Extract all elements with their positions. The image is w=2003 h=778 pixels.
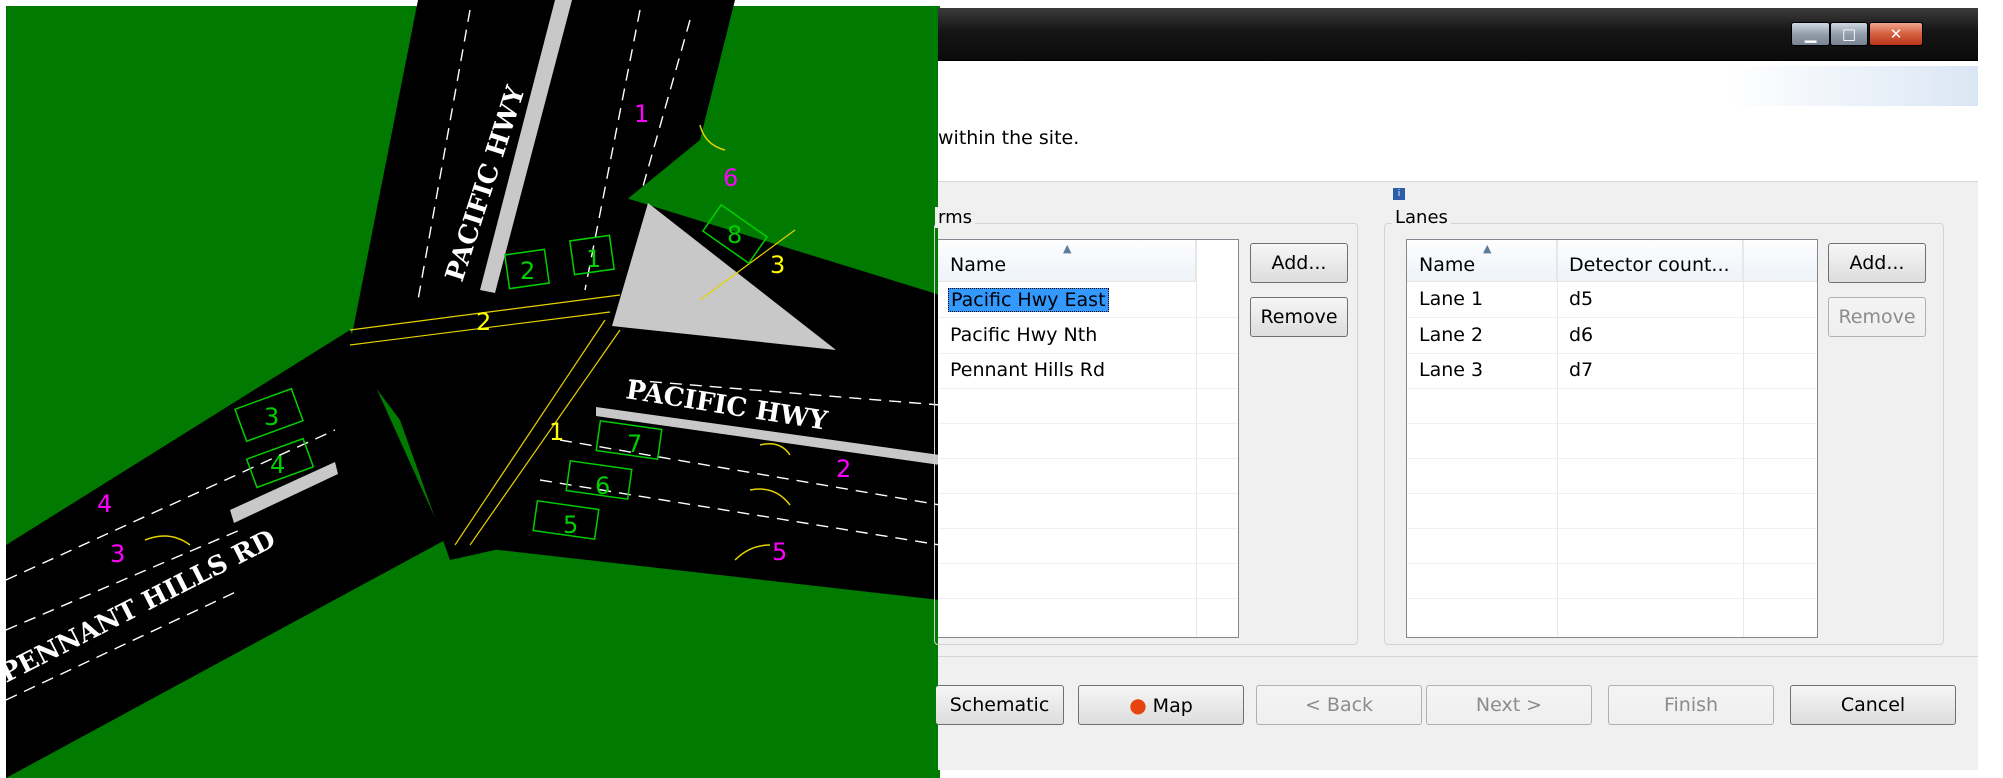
detector-label: 4 — [270, 451, 285, 479]
close-button[interactable]: ✕ — [1869, 22, 1923, 46]
detector-label: 8 — [727, 221, 742, 249]
detector-label: 6 — [595, 472, 610, 500]
lanes-detector-header-label: Detector count... — [1569, 254, 1730, 276]
arm-number: 2 — [476, 308, 491, 336]
back-button[interactable]: < Back — [1256, 685, 1422, 725]
title-bar[interactable]: ▁ □ ✕ — [938, 8, 1978, 61]
arm-name-cell[interactable]: Pacific Hwy Nth — [950, 324, 1097, 346]
sort-ascending-icon: ▲ — [1063, 242, 1072, 255]
header-decoration — [1728, 66, 1978, 106]
arms-group-label: rms — [935, 207, 975, 228]
table-row — [1407, 458, 1817, 494]
arm-number: 1 — [549, 418, 564, 446]
table-row — [938, 388, 1238, 424]
table-row — [938, 493, 1238, 529]
table-row — [1407, 388, 1817, 424]
arms-name-header-label: Name — [950, 254, 1007, 276]
detector-label: 5 — [563, 511, 578, 539]
lanes-name-header-label: Name — [1419, 254, 1476, 276]
minimize-button[interactable]: ▁ — [1791, 22, 1830, 46]
arm-number: 3 — [770, 251, 785, 279]
cancel-button[interactable]: Cancel — [1790, 685, 1956, 725]
lane-detector-cell[interactable]: d6 — [1569, 324, 1593, 346]
schematic-button[interactable]: Schematic — [936, 685, 1064, 725]
approach-number: 4 — [97, 490, 112, 518]
lane-detector-cell[interactable]: d5 — [1569, 288, 1593, 310]
maximize-button[interactable]: □ — [1830, 22, 1868, 46]
next-button[interactable]: Next > — [1426, 685, 1592, 725]
table-row — [938, 423, 1238, 459]
page-description: within the site. — [938, 127, 1080, 149]
lanes-filler-header — [1743, 240, 1817, 282]
footer-separator — [938, 656, 1978, 657]
remove-arm-button[interactable]: Remove — [1250, 297, 1348, 337]
arms-name-header[interactable]: ▲ Name — [938, 240, 1196, 282]
lane-name-cell[interactable]: Lane 2 — [1419, 324, 1483, 346]
table-row[interactable]: Lane 2 d6 — [1407, 318, 1817, 354]
approach-number: 1 — [634, 100, 649, 128]
minimize-icon: ▁ — [1804, 25, 1817, 43]
arm-name-cell[interactable]: Pacific Hwy East — [948, 288, 1109, 312]
detector-label: 3 — [264, 403, 279, 431]
detector-label: 7 — [627, 430, 642, 458]
remove-lane-button[interactable]: Remove — [1828, 297, 1926, 337]
add-arm-button[interactable]: Add... — [1250, 243, 1348, 283]
lane-name-cell[interactable]: Lane 1 — [1419, 288, 1483, 310]
lanes-detector-header[interactable]: Detector count... — [1557, 240, 1743, 282]
arms-grid[interactable]: ▲ Name Pacific Hwy East Pacific Hwy Nth … — [938, 239, 1239, 638]
detector-label: 1 — [586, 245, 601, 273]
arm-name-cell[interactable]: Pennant Hills Rd — [950, 359, 1105, 381]
finish-button[interactable]: Finish — [1608, 685, 1774, 725]
approach-number: 3 — [110, 540, 125, 568]
lane-detector-cell[interactable]: d7 — [1569, 359, 1593, 381]
sort-ascending-icon: ▲ — [1483, 242, 1492, 255]
table-row[interactable]: Pacific Hwy Nth — [938, 318, 1238, 354]
table-row — [1407, 528, 1817, 564]
table-row — [1407, 493, 1817, 529]
lanes-group-label: Lanes — [1392, 207, 1451, 228]
table-row[interactable]: Pacific Hwy East — [938, 282, 1238, 318]
lane-name-cell[interactable]: Lane 3 — [1419, 359, 1483, 381]
info-icon: i — [1393, 188, 1405, 200]
table-row — [1407, 423, 1817, 459]
dialog-body: within the site. rms ▲ Name Pacific Hwy … — [934, 61, 1978, 770]
add-lane-button[interactable]: Add... — [1828, 243, 1926, 283]
right-margin — [1978, 0, 2003, 778]
table-row — [1407, 563, 1817, 599]
table-row — [938, 563, 1238, 599]
table-row[interactable]: Pennant Hills Rd — [938, 353, 1238, 389]
table-row[interactable]: Lane 3 d7 — [1407, 353, 1817, 389]
intersection-map: 2 1 3 4 5 6 7 8 PACIFIC HWY PACIFIC HWY … — [0, 0, 940, 778]
maximize-icon: □ — [1841, 25, 1857, 43]
approach-number: 6 — [723, 164, 738, 192]
map-pin-icon: ● — [1129, 693, 1147, 717]
approach-number: 5 — [772, 538, 787, 566]
lanes-name-header[interactable]: ▲ Name — [1407, 240, 1557, 282]
lanes-grid[interactable]: ▲ Name Detector count... Lane 1 d5 Lane … — [1406, 239, 1818, 638]
table-row[interactable]: Lane 1 d5 — [1407, 282, 1817, 318]
map-button-label: Map — [1152, 695, 1193, 717]
table-row — [938, 528, 1238, 564]
approach-number: 2 — [836, 455, 851, 483]
table-row — [938, 458, 1238, 494]
site-wizard-window: ▁ □ ✕ within the site. rms ▲ Name Pacifi… — [934, 0, 1978, 770]
map-button[interactable]: ● Map — [1078, 685, 1244, 725]
detector-label: 2 — [520, 257, 535, 285]
close-icon: ✕ — [1889, 25, 1903, 43]
wizard-header: within the site. — [938, 61, 1978, 182]
